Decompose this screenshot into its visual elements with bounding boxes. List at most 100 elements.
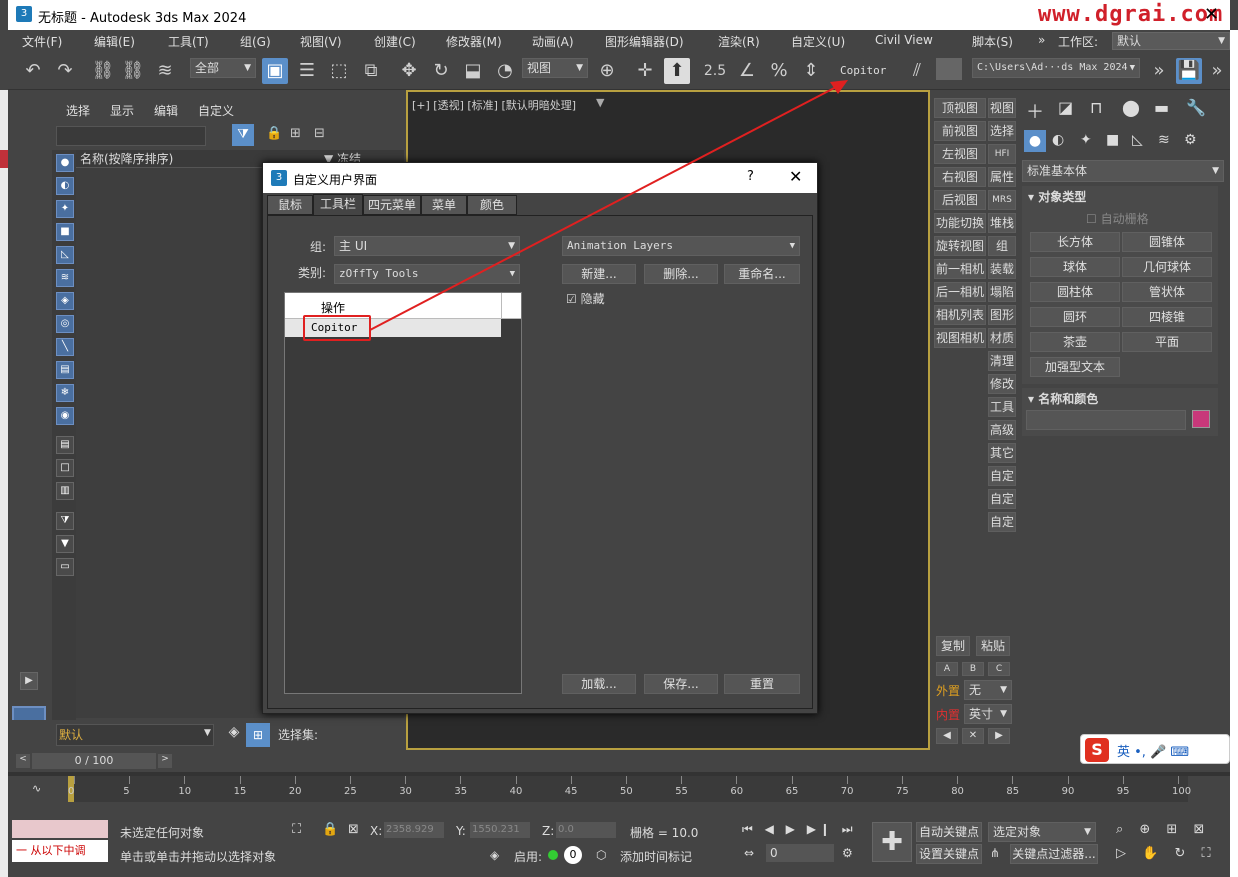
more-right-icon[interactable]: » xyxy=(1204,58,1230,84)
pyramid-button[interactable]: 四棱锥 xyxy=(1122,307,1212,327)
tab-quad-menus[interactable]: 四元菜单 xyxy=(363,195,421,215)
prev-frame-icon[interactable]: < xyxy=(16,754,30,768)
save-project-icon[interactable]: 💾 xyxy=(1176,58,1202,84)
container-filter-icon[interactable]: ▤ xyxy=(56,361,74,379)
view-btn-view-cam[interactable]: 视图相机 xyxy=(934,328,986,348)
menu-animation[interactable]: 动画(A) xyxy=(532,33,574,50)
spinner-snap-icon[interactable]: ⇕ xyxy=(798,58,824,84)
undo-icon[interactable]: ↶ xyxy=(20,58,46,84)
plane-button[interactable]: 平面 xyxy=(1122,332,1212,352)
util-btn-other[interactable]: 其它 xyxy=(988,443,1016,463)
util-btn-load[interactable]: 装载 xyxy=(988,259,1016,279)
layer-dropdown[interactable]: 默认 xyxy=(56,724,214,746)
add-time-tag[interactable]: 添加时间标记 xyxy=(620,848,692,865)
adaptive-icon[interactable]: ◈ xyxy=(490,848,499,862)
name-color-title[interactable]: ▾ 名称和颜色 xyxy=(1028,390,1098,407)
x-coord-field[interactable]: 2358.929 xyxy=(384,822,444,838)
light-filter-icon[interactable]: ✦ xyxy=(56,200,74,218)
viewport-nav-icons-2[interactable]: ▷ ✋ ↻ ⛶ xyxy=(1116,846,1217,861)
track-bar[interactable]: 0 5 10 15 20 25 30 35 40 45 50 55 60 65 70 75 80 85 90 95 10… xyxy=(68,776,1191,802)
project-path-dropdown[interactable]: C:\Users\Ad···ds Max 2024 ▼ xyxy=(972,58,1140,78)
hidden-filter-icon[interactable]: ◉ xyxy=(56,407,74,425)
key-filter-button[interactable]: 关键点过滤器... xyxy=(1010,844,1098,864)
shapes-icon[interactable]: ◐ xyxy=(1052,132,1064,148)
hierarchy-mode-icon[interactable]: ⊞ xyxy=(246,723,270,747)
group-dropdown[interactable]: 主 UI ▼ xyxy=(334,236,520,256)
lock-icon[interactable]: 🔒 xyxy=(266,126,282,141)
text-plus-button[interactable]: 加强型文本 xyxy=(1030,357,1120,377)
snap-toggle-icon[interactable]: 2.5 xyxy=(702,58,728,84)
redo-icon[interactable]: ↷ xyxy=(52,58,78,84)
util-btn-group[interactable]: 组 xyxy=(988,236,1016,256)
systems-icon[interactable]: ⚙ xyxy=(1184,132,1197,148)
more-icon[interactable]: » xyxy=(1146,58,1172,84)
menu-rendering[interactable]: 渲染(R) xyxy=(718,33,760,50)
selection-lock-icon[interactable]: 🔒 xyxy=(322,822,338,837)
lights-icon[interactable]: ✦ xyxy=(1080,132,1092,148)
tab-menus[interactable]: 菜单 xyxy=(421,195,467,215)
isolate-icon[interactable]: ⛶ xyxy=(292,822,301,837)
menu-create[interactable]: 创建(C) xyxy=(374,33,416,50)
z-coord-field[interactable]: 0.0 xyxy=(556,822,616,838)
hierarchy2-icon[interactable]: ⊟ xyxy=(314,126,325,141)
view-btn-back[interactable]: 后视图 xyxy=(934,190,986,210)
prev-arrow-icon[interactable]: ◀ xyxy=(936,728,958,744)
helper-filter-icon[interactable]: ◺ xyxy=(56,246,74,264)
ref-coord-dropdown[interactable]: 视图 ▼ xyxy=(522,58,588,78)
geosphere-button[interactable]: 几何球体 xyxy=(1122,257,1212,277)
new-toolbar-button[interactable]: 新建... xyxy=(562,264,636,284)
units-dropdown[interactable]: 英寸 ▼ xyxy=(964,704,1012,724)
rect-selection-icon[interactable]: ⬚ xyxy=(326,58,352,84)
hide-checkbox[interactable]: ☑ 隐藏 xyxy=(566,290,605,307)
display-none-icon[interactable]: □ xyxy=(56,459,74,477)
spacewarps-icon[interactable]: ≋ xyxy=(1158,132,1170,148)
copy-button[interactable]: 复制 xyxy=(936,636,970,656)
tab-mouse[interactable]: 鼠标 xyxy=(267,195,313,215)
view-btn-left[interactable]: 左视图 xyxy=(934,144,986,164)
util-btn-tools[interactable]: 工具 xyxy=(988,397,1016,417)
unlink-icon[interactable]: ⛓ xyxy=(120,58,146,84)
curve-editor-icon[interactable]: ∿ xyxy=(32,782,41,795)
view-btn-prev-cam[interactable]: 前一相机 xyxy=(934,259,986,279)
explorer-tab-customize[interactable]: 自定义 xyxy=(198,102,234,119)
time-config-icon[interactable]: ⚙ xyxy=(842,846,853,860)
hierarchy-icon[interactable]: ⊞ xyxy=(290,126,301,141)
modify-tab-icon[interactable]: ◪ xyxy=(1058,98,1073,117)
util-btn-mrs[interactable]: MRS xyxy=(988,190,1016,210)
spacewarp-filter-icon[interactable]: ≋ xyxy=(56,269,74,287)
tube-button[interactable]: 管状体 xyxy=(1122,282,1212,302)
filter-options-icon[interactable]: ⧩ xyxy=(56,512,74,530)
set-key-button[interactable]: 设置关键点 xyxy=(916,844,982,864)
layer-box-icon[interactable]: ▭ xyxy=(56,558,74,576)
slot-c-button[interactable]: C xyxy=(988,662,1010,676)
key-target-dropdown[interactable]: 选定对象 ▼ xyxy=(988,822,1096,842)
geometry-filter-icon[interactable]: ● xyxy=(56,154,74,172)
scale-icon[interactable]: ⬓ xyxy=(460,58,486,84)
object-color-swatch[interactable] xyxy=(1192,410,1210,428)
mirror-icon[interactable]: ⫽ xyxy=(904,58,930,84)
link-icon[interactable]: ⛓ xyxy=(90,58,116,84)
menu-edit[interactable]: 编辑(E) xyxy=(94,33,135,50)
view-btn-toggle[interactable]: 功能切换 xyxy=(934,213,986,233)
ime-status[interactable]: 英 •, 🎤 ⌨ xyxy=(1117,741,1189,760)
help-icon[interactable]: ? xyxy=(747,169,754,184)
load-button[interactable]: 加载... xyxy=(562,674,636,694)
key-mode-icon[interactable]: ⇔ xyxy=(744,846,754,860)
y-coord-field[interactable]: 1550.231 xyxy=(470,822,530,838)
viewport-filter-icon[interactable]: ▼ xyxy=(596,96,604,109)
save-button[interactable]: 保存... xyxy=(644,674,718,694)
explorer-tab-select[interactable]: 选择 xyxy=(66,102,90,119)
geometry-icon[interactable]: ● xyxy=(1024,130,1046,152)
place-icon[interactable]: ◔ xyxy=(492,58,518,84)
object-name-input[interactable] xyxy=(1026,410,1186,430)
reset-button[interactable]: 重置 xyxy=(724,674,800,694)
teapot-button[interactable]: 茶壶 xyxy=(1030,332,1120,352)
maxscript-listener[interactable] xyxy=(12,820,108,838)
create-tab-icon[interactable]: ＋ xyxy=(1026,98,1044,124)
helpers-icon[interactable]: ◺ xyxy=(1132,132,1143,148)
select-by-name-icon[interactable]: ☰ xyxy=(294,58,320,84)
view-btn-rotate[interactable]: 旋转视图 xyxy=(934,236,986,256)
util-btn-shape[interactable]: 图形 xyxy=(988,305,1016,325)
layers-icon[interactable]: ◈ xyxy=(224,724,244,746)
key-filter-icon[interactable]: ⋔ xyxy=(990,846,1000,860)
